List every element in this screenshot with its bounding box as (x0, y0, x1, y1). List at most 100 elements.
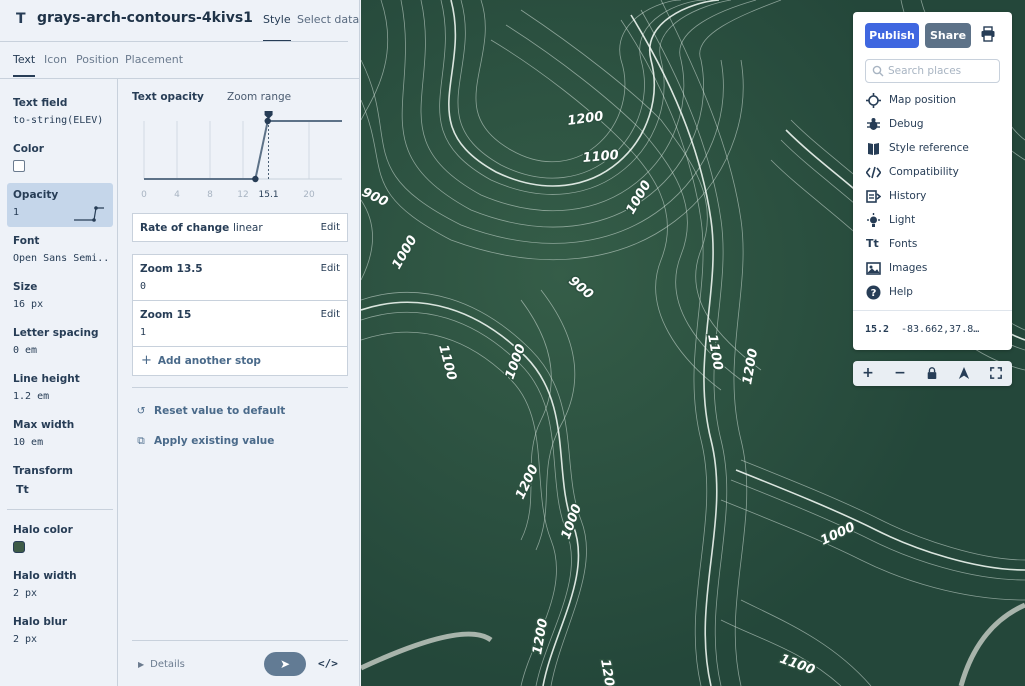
zoom-stop[interactable]: Zoom 13.5 Edit 0 (133, 255, 347, 301)
zoom-stop-point[interactable] (264, 117, 271, 125)
property-value: 10 em (13, 437, 44, 448)
menu-item-style-reference[interactable]: Style reference (865, 139, 1005, 159)
property-font[interactable]: Font Open Sans Semi... (7, 229, 113, 270)
zoom-level: 15.2 (865, 324, 890, 335)
menu-item-images[interactable]: Images (865, 259, 1005, 279)
minus-icon: − (894, 365, 906, 381)
zoom-function-icon (74, 206, 104, 222)
menu-label: Fonts (889, 238, 918, 250)
apply-existing-value-button[interactable]: ⧉ Apply existing value (134, 435, 274, 448)
lock-button[interactable] (917, 361, 947, 386)
property-letter-spacing[interactable]: Letter spacing 0 em (7, 321, 113, 362)
menu-label: History (889, 190, 927, 202)
property-color[interactable]: Color (7, 137, 113, 178)
cursor-icon: ➤ (279, 657, 291, 671)
tab-style[interactable]: Style (263, 13, 291, 42)
property-opacity[interactable]: Opacity 1 (7, 183, 113, 227)
menu-item-debug[interactable]: Debug (865, 115, 1005, 135)
print-icon[interactable] (980, 26, 996, 42)
zoom-range-graph[interactable]: 0 4 8 12 15.1 20 (132, 109, 348, 209)
property-max-width[interactable]: Max width 10 em (7, 413, 113, 454)
current-zoom-marker[interactable] (264, 111, 273, 119)
menu-item-help[interactable]: ? Help (865, 283, 1005, 303)
tab-text[interactable]: Text (13, 53, 36, 77)
property-label: Max width (13, 419, 75, 431)
property-value: to-string(ELEV) (13, 115, 104, 126)
plus-icon: + (862, 365, 874, 381)
property-halo-color[interactable]: Halo color (7, 518, 113, 559)
stop-value: 1 (140, 327, 147, 338)
reset-value-button[interactable]: ↺ Reset value to default (134, 405, 286, 417)
zoom-stops-card: Zoom 13.5 Edit 0 Zoom 15 Edit 1 + Add ano… (132, 254, 348, 376)
property-label: Halo blur (13, 616, 68, 628)
help-icon: ? (866, 285, 881, 300)
rate-label-text: Rate of change (140, 222, 230, 234)
history-icon (866, 190, 881, 203)
property-halo-blur[interactable]: Halo blur 2 px (7, 610, 113, 651)
menu-item-light[interactable]: Light (865, 211, 1005, 231)
publish-button[interactable]: Publish (865, 23, 919, 48)
color-checkbox[interactable] (13, 160, 25, 172)
property-label: Halo color (13, 524, 73, 536)
rate-value: linear (232, 222, 263, 234)
property-halo-width[interactable]: Halo width 2 px (7, 564, 113, 605)
add-stop-button[interactable]: + Add another stop (141, 353, 261, 368)
menu-item-compatibility[interactable]: Compatibility (865, 163, 1005, 183)
property-value: 1.2 em (13, 391, 50, 402)
map-toolbar: Publish Share Map position Debug Style r… (853, 12, 1012, 350)
property-label: Halo width (13, 570, 77, 582)
menu-item-history[interactable]: History (865, 187, 1005, 207)
tab-placement[interactable]: Placement (125, 53, 183, 66)
search-box[interactable] (865, 59, 1000, 83)
select-mode-button[interactable]: ➤ (264, 652, 306, 676)
property-transform[interactable]: Transform Tt (7, 459, 113, 502)
style-panel: T grays-arch-contours-4kivs1 ... Style S… (0, 0, 360, 686)
book-icon (868, 143, 879, 155)
menu-label: Debug (889, 118, 924, 130)
property-value: Open Sans Semi... (13, 253, 107, 264)
tab-icon[interactable]: Icon (44, 53, 67, 66)
property-line-height[interactable]: Line height 1.2 em (7, 367, 113, 408)
caret-right-icon: ▶ (138, 660, 145, 669)
images-icon (866, 262, 881, 275)
edit-stop-button[interactable]: Edit (321, 263, 340, 274)
menu-label: Light (889, 214, 916, 226)
property-divider (7, 509, 113, 510)
halo-color-swatch[interactable] (13, 541, 25, 553)
transform-icon: Tt (16, 483, 29, 496)
search-input[interactable] (888, 63, 996, 79)
menu-item-fonts[interactable]: Tt Fonts (865, 235, 1005, 255)
zoom-in-button[interactable]: + (853, 361, 883, 386)
reset-north-button[interactable] (949, 361, 979, 386)
zoom-stop-point[interactable] (252, 175, 259, 183)
property-label: Opacity (13, 189, 59, 201)
light-icon (867, 213, 880, 227)
tab-position[interactable]: Position (76, 53, 119, 66)
x-tick-label: 0 (141, 190, 147, 200)
fullscreen-button[interactable] (981, 361, 1011, 386)
property-label: Text field (13, 97, 68, 109)
zoom-stop[interactable]: Zoom 15 Edit 1 (133, 301, 347, 347)
crosshair-icon (866, 93, 881, 108)
undo-icon: ↺ (136, 405, 146, 417)
code-view-button[interactable]: </> (318, 657, 338, 670)
apply-icon: ⧉ (137, 435, 145, 447)
share-button[interactable]: Share (925, 23, 971, 48)
property-group-tabs: Text Icon Position Placement (0, 42, 360, 78)
rate-of-change-label: Rate of change linear (140, 222, 263, 234)
edit-rate-button[interactable]: Edit (321, 222, 340, 233)
tab-select-data[interactable]: Select data (297, 13, 359, 26)
menu-item-map-position[interactable]: Map position (865, 91, 1005, 111)
property-label: Line height (13, 373, 80, 385)
code-icon: </> (318, 657, 338, 670)
layer-title[interactable]: grays-arch-contours-4kivs1 ... (37, 10, 252, 26)
edit-stop-button[interactable]: Edit (321, 309, 340, 320)
x-tick-label: 12 (237, 190, 248, 200)
property-size[interactable]: Size 16 px (7, 275, 113, 316)
property-text-field[interactable]: Text field to-string(ELEV) (7, 91, 113, 132)
details-toggle[interactable]: ▶ Details (138, 659, 185, 670)
apply-label: Apply existing value (154, 435, 275, 447)
zoom-out-button[interactable]: − (885, 361, 915, 386)
coordinates-readout[interactable]: -83.662,37.8… (901, 324, 979, 335)
property-value: 2 px (13, 634, 38, 645)
